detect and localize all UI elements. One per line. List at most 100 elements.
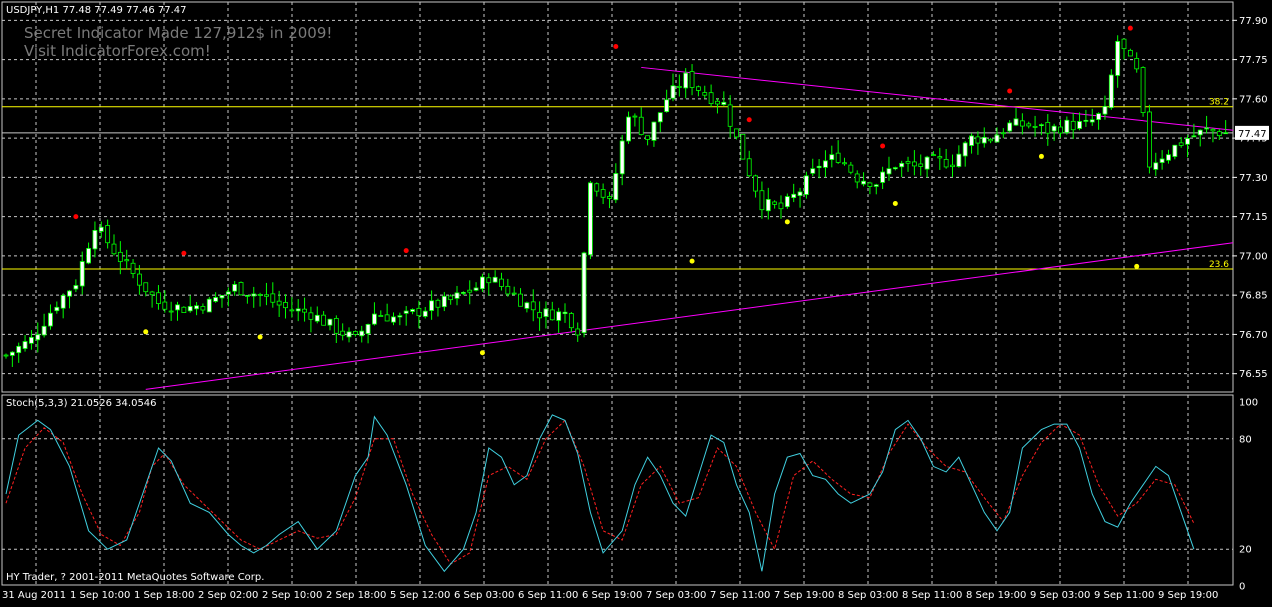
bull-candle xyxy=(194,305,199,310)
bear-candle xyxy=(384,314,390,322)
bull-candle xyxy=(886,168,892,175)
bull-candle xyxy=(1051,125,1057,132)
bull-candle xyxy=(797,191,803,196)
fractal-up-marker xyxy=(613,43,619,49)
time-tick-label: 2 Sep 02:00 xyxy=(198,590,258,601)
bull-candle xyxy=(1007,122,1013,132)
bull-candle xyxy=(397,315,403,318)
bull-candle xyxy=(683,72,689,89)
bear-candle xyxy=(124,259,130,262)
bull-candle xyxy=(810,168,816,174)
bear-candle xyxy=(854,173,860,183)
price-tick-label: 77.75 xyxy=(1239,55,1268,66)
bear-candle xyxy=(1045,121,1051,134)
bull-candle xyxy=(1064,119,1070,134)
bull-candle xyxy=(892,167,898,170)
time-tick-label: 6 Sep 11:00 xyxy=(518,590,578,601)
bull-candle xyxy=(816,165,822,169)
bear-candle xyxy=(416,307,422,317)
bull-candle xyxy=(429,300,435,311)
bull-candle xyxy=(232,284,238,292)
bear-candle xyxy=(3,354,9,357)
bull-candle xyxy=(16,345,22,354)
bear-candle xyxy=(1121,38,1127,50)
fractal-down-marker xyxy=(1134,263,1140,269)
bull-candle xyxy=(98,226,104,232)
bull-candle xyxy=(1191,135,1197,138)
bull-candle xyxy=(1115,41,1121,76)
bear-candle xyxy=(1000,132,1006,135)
bear-candle xyxy=(740,133,746,160)
time-tick-label: 8 Sep 03:00 xyxy=(838,590,898,601)
time-tick-label: 1 Sep 10:00 xyxy=(70,590,130,601)
bull-candle xyxy=(626,116,631,142)
bull-candle xyxy=(956,153,962,167)
fractal-up-marker xyxy=(880,143,886,149)
fractal-down-marker xyxy=(479,350,485,356)
symbol-info: USDJPY,H1 77.48 77.49 77.46 77.47 xyxy=(6,5,187,16)
bear-candle xyxy=(276,300,282,306)
bull-candle xyxy=(314,314,320,322)
bear-candle xyxy=(734,128,739,138)
bull-candle xyxy=(473,287,479,291)
bear-candle xyxy=(975,136,981,144)
time-tick-label: 9 Sep 11:00 xyxy=(1094,590,1154,601)
time-tick-label: 1 Sep 18:00 xyxy=(134,590,194,601)
bull-candle xyxy=(359,330,365,337)
bull-candle xyxy=(823,160,828,168)
bear-candle xyxy=(1127,49,1133,57)
bear-candle xyxy=(911,161,917,167)
bear-candle xyxy=(943,159,949,168)
time-tick-label: 8 Sep 19:00 xyxy=(966,590,1026,601)
bear-candle xyxy=(842,162,847,165)
bear-candle xyxy=(352,331,358,335)
bear-candle xyxy=(499,278,504,287)
bull-candle xyxy=(492,276,498,283)
bull-candle xyxy=(651,121,657,141)
bull-candle xyxy=(79,261,85,287)
bear-candle xyxy=(238,282,244,296)
bull-candle xyxy=(581,252,587,334)
bear-candle xyxy=(1026,123,1032,127)
bull-candle xyxy=(981,136,987,144)
bull-candle xyxy=(391,316,396,323)
fractal-up-marker xyxy=(1127,25,1133,31)
bear-candle xyxy=(746,158,752,177)
bear-candle xyxy=(778,202,784,210)
bear-candle xyxy=(568,313,574,329)
bear-candle xyxy=(632,115,638,118)
time-tick-label: 2 Sep 18:00 xyxy=(326,590,386,601)
bull-candle xyxy=(187,306,193,312)
bull-candle xyxy=(460,292,466,294)
promo-text-line2: Visit IndicatorForex.com! xyxy=(24,42,211,60)
bull-candle xyxy=(175,304,180,311)
price-tick-label: 76.55 xyxy=(1239,369,1268,380)
fractal-up-marker xyxy=(1007,88,1013,94)
bear-candle xyxy=(1216,131,1222,137)
stoch-tick-label: 80 xyxy=(1239,434,1252,445)
chart-canvas[interactable]: 38.223.6 77.9077.7577.6077.4577.3077.157… xyxy=(0,0,1272,603)
bull-candle xyxy=(880,171,886,183)
bear-candle xyxy=(289,309,295,312)
bull-candle xyxy=(556,311,562,321)
bear-candle xyxy=(753,175,758,192)
price-tick-label: 77.90 xyxy=(1239,16,1268,27)
chart-window[interactable]: 38.223.6 77.9077.7577.6077.4577.3077.157… xyxy=(0,0,1272,603)
bull-candle xyxy=(422,310,428,317)
bear-candle xyxy=(270,293,276,303)
bear-candle xyxy=(537,311,542,319)
bull-candle xyxy=(29,337,34,344)
bull-candle xyxy=(67,290,72,297)
bull-candle xyxy=(441,295,447,308)
bear-candle xyxy=(486,277,492,284)
bull-candle xyxy=(403,310,409,314)
stoch-tick-label: 20 xyxy=(1239,545,1252,556)
bear-candle xyxy=(1147,111,1152,168)
bear-candle xyxy=(1210,128,1216,132)
bull-candle xyxy=(861,180,866,185)
time-tick-label: 7 Sep 19:00 xyxy=(774,590,834,601)
bull-candle xyxy=(924,156,930,170)
bear-candle xyxy=(708,92,714,104)
bear-candle xyxy=(931,154,936,157)
time-tick-label: 31 Aug 2011 xyxy=(2,590,66,601)
